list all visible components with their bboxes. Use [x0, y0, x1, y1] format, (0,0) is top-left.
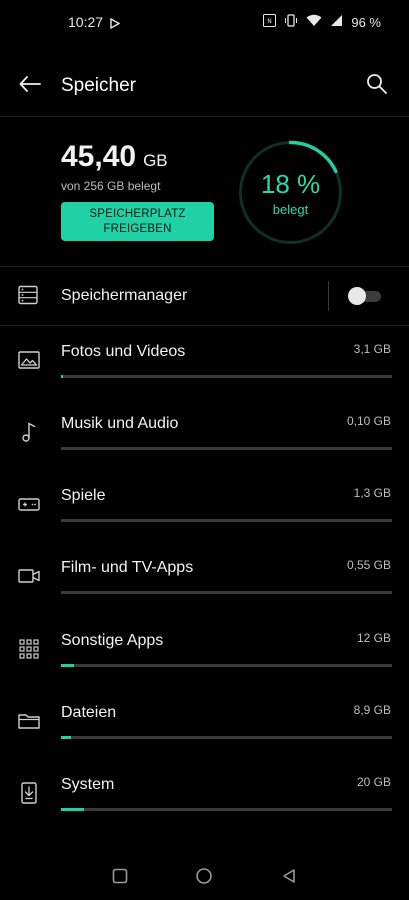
storage-manager-icon	[18, 285, 38, 310]
category-usage-bar	[61, 664, 392, 667]
category-usage-fill	[61, 664, 74, 667]
app-bar: Speicher	[0, 62, 409, 108]
battery-text: 96 %	[351, 14, 381, 30]
gamepad-icon	[17, 492, 41, 516]
category-label: Sonstige Apps	[61, 632, 164, 649]
wifi-icon	[306, 14, 322, 30]
category-label: System	[61, 776, 115, 793]
music-note-icon	[17, 420, 41, 444]
usage-percent: 18 %	[260, 168, 321, 199]
category-row-film-tv-apps[interactable]: Film- und TV-Apps 0,55 GB	[0, 558, 409, 614]
category-usage-fill	[61, 736, 71, 739]
category-size: 20 GB	[356, 775, 391, 789]
used-value: 45,40	[61, 140, 137, 173]
image-icon	[17, 348, 41, 372]
storage-manager-separator	[328, 281, 329, 311]
category-usage-bar	[61, 375, 392, 378]
category-usage-fill	[61, 808, 84, 811]
category-row-music-audio[interactable]: Musik und Audio 0,10 GB	[0, 414, 409, 470]
category-usage-fill	[61, 375, 63, 378]
category-usage-bar	[61, 591, 392, 594]
nfc-icon: N	[263, 14, 277, 30]
recents-square-icon[interactable]	[108, 864, 132, 888]
category-usage-bar	[61, 519, 392, 522]
status-time: 10:27	[68, 14, 104, 30]
svg-text:N: N	[268, 18, 273, 25]
category-size: 12 GB	[356, 631, 391, 645]
search-button[interactable]	[361, 70, 393, 102]
back-button[interactable]	[14, 70, 46, 102]
folder-icon	[17, 709, 41, 733]
used-subtitle: von 256 GB belegt	[61, 179, 161, 193]
category-usage-bar	[61, 447, 392, 450]
category-size: 8,9 GB	[353, 703, 391, 717]
category-row-files[interactable]: Dateien 8,9 GB	[0, 703, 409, 759]
storage-manager-toggle[interactable]	[348, 287, 382, 305]
free-storage-button[interactable]: SPEICHERPLATZ FREIGEBEN	[61, 202, 214, 241]
vibrate-icon	[284, 14, 298, 30]
manager-divider	[0, 325, 409, 326]
storage-manager-row[interactable]: Speichermanager	[0, 268, 409, 324]
apps-grid-icon	[17, 637, 41, 661]
play-store-notification-icon	[110, 16, 121, 34]
category-label: Dateien	[61, 704, 117, 721]
category-size: 0,55 GB	[346, 558, 391, 572]
page-title: Speicher	[61, 75, 136, 96]
category-row-games[interactable]: Spiele 1,3 GB	[0, 486, 409, 542]
used-unit: GB	[143, 151, 168, 170]
category-usage-bar	[61, 808, 392, 811]
category-size: 3,1 GB	[353, 342, 391, 356]
system-update-icon	[17, 781, 41, 805]
arrow-back-icon	[19, 75, 41, 97]
signal-icon	[330, 14, 343, 30]
video-camera-icon	[17, 564, 41, 588]
category-label: Film- und TV-Apps	[61, 559, 194, 576]
storage-manager-label: Speichermanager	[61, 287, 188, 304]
category-usage-bar	[61, 736, 392, 739]
toggle-knob	[348, 287, 366, 305]
category-row-other-apps[interactable]: Sonstige Apps 12 GB	[0, 631, 409, 687]
free-button-line2: FREIGEBEN	[103, 222, 172, 235]
status-bar: 10:27 N 96 %	[0, 0, 409, 46]
category-row-system[interactable]: System 20 GB	[0, 775, 409, 831]
summary-divider	[0, 266, 409, 267]
usage-ring-text: 18 % belegt	[238, 140, 343, 245]
navigation-bar	[0, 850, 409, 900]
category-size: 1,3 GB	[353, 486, 391, 500]
search-icon	[366, 73, 388, 100]
category-label: Musik und Audio	[61, 415, 179, 432]
back-triangle-icon[interactable]	[277, 864, 301, 888]
category-size: 0,10 GB	[346, 414, 391, 428]
home-circle-icon[interactable]	[192, 864, 216, 888]
used-storage-amount: 45,40 GB	[61, 140, 168, 174]
category-label: Spiele	[61, 487, 106, 504]
usage-label: belegt	[272, 201, 309, 217]
category-label: Fotos und Videos	[61, 343, 186, 360]
free-button-line1: SPEICHERPLATZ	[89, 207, 186, 220]
header-divider	[0, 116, 409, 117]
category-row-photos-videos[interactable]: Fotos und Videos 3,1 GB	[0, 342, 409, 398]
